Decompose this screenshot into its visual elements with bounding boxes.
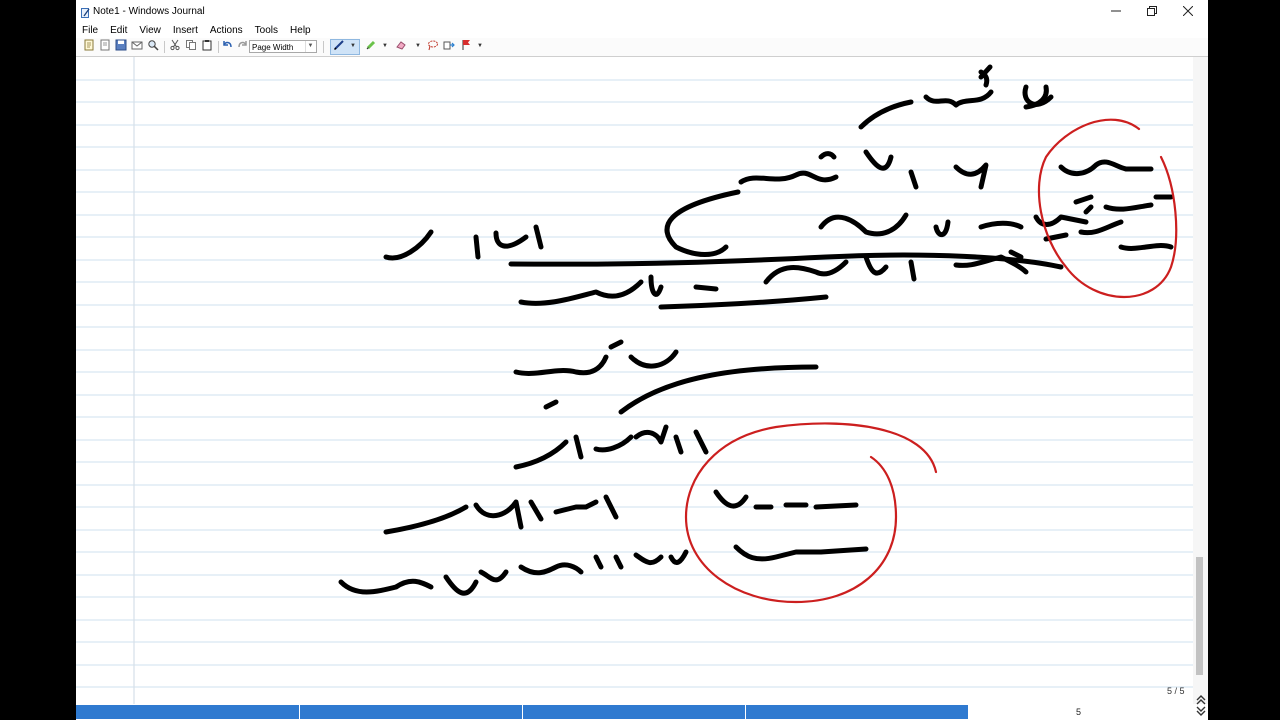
zoom-select[interactable]: Page Width ▼ [249, 40, 317, 53]
insert-space-button[interactable] [442, 40, 456, 54]
restore-icon [1147, 5, 1157, 19]
toolbar-separator [164, 41, 165, 53]
cut-button[interactable] [168, 38, 182, 56]
pen-icon [333, 38, 345, 56]
save-icon [115, 38, 127, 56]
undo-icon [221, 38, 233, 56]
close-icon [1182, 5, 1194, 19]
eraser-dropdown-icon[interactable]: ▼ [415, 43, 421, 49]
window-title: Note1 - Windows Journal [93, 6, 205, 17]
status-segment [523, 705, 745, 719]
open-icon [99, 38, 111, 56]
cut-icon [169, 38, 181, 56]
minimize-icon [1111, 5, 1121, 19]
save-button[interactable] [114, 38, 128, 56]
lasso-select-button[interactable] [426, 40, 440, 54]
highlighter-dropdown-icon[interactable]: ▼ [382, 43, 388, 49]
handwritten-ink-top [338, 64, 1174, 596]
note-page[interactable] [76, 57, 1193, 704]
redo-icon [237, 38, 249, 56]
lasso-select-icon [427, 38, 439, 56]
page-nav-arrows[interactable] [1194, 693, 1208, 719]
toolbar-separator [323, 41, 324, 53]
email-button[interactable] [130, 40, 144, 54]
pen-dropdown-icon[interactable]: ▼ [350, 43, 356, 49]
pen-tool[interactable] [332, 40, 346, 54]
new-note-icon [83, 38, 95, 56]
highlighter-button[interactable] [364, 40, 378, 54]
open-button[interactable] [98, 38, 112, 56]
status-segment [300, 705, 522, 719]
menu-file[interactable]: File [76, 25, 104, 36]
undo-button[interactable] [220, 40, 234, 54]
chevron-down-icon: ▼ [305, 41, 315, 52]
email-icon [131, 38, 143, 56]
eraser-icon [395, 38, 407, 56]
journal-app-icon [80, 6, 91, 18]
menu-bar: File Edit View Insert Actions Tools Help [76, 22, 1208, 38]
status-page-number: 5 [1076, 707, 1082, 717]
insert-space-icon [443, 38, 455, 56]
scrollbar-thumb[interactable] [1196, 557, 1203, 675]
eraser-button[interactable] [394, 40, 408, 54]
paste-icon [201, 38, 213, 56]
vertical-scrollbar[interactable] [1193, 57, 1208, 704]
title-bar: Note1 - Windows Journal [76, 0, 1208, 24]
journal-window: Note1 - Windows Journal File Edit View I… [76, 0, 1208, 720]
status-segment [76, 705, 299, 719]
paste-button[interactable] [200, 40, 214, 54]
minimize-button[interactable] [1098, 0, 1134, 24]
flag-button[interactable] [459, 40, 473, 54]
find-button[interactable] [146, 40, 160, 54]
copy-button[interactable] [184, 40, 198, 54]
toolbar-separator [218, 41, 219, 53]
page-counter: 5 / 5 [1167, 686, 1185, 696]
highlighter-icon [365, 38, 377, 56]
menu-insert[interactable]: Insert [167, 25, 204, 36]
redo-button[interactable] [236, 40, 250, 54]
menu-view[interactable]: View [133, 25, 167, 36]
menu-help[interactable]: Help [284, 25, 317, 36]
copy-icon [185, 38, 197, 56]
menu-actions[interactable]: Actions [204, 25, 249, 36]
ruled-lines [76, 79, 1193, 688]
toolbar: Page Width ▼ ▼ ▼ ▼ ▼ [76, 38, 1208, 57]
status-segment [746, 705, 968, 719]
note-canvas[interactable] [76, 57, 1193, 704]
flag-icon [460, 38, 472, 56]
status-bar: 5 [76, 704, 1193, 720]
menu-edit[interactable]: Edit [104, 25, 133, 36]
close-button[interactable] [1170, 0, 1206, 24]
menu-tools[interactable]: Tools [249, 25, 284, 36]
find-icon [147, 38, 159, 56]
zoom-value: Page Width [252, 43, 294, 52]
maximize-button[interactable] [1134, 0, 1170, 24]
new-note-button[interactable] [82, 38, 96, 56]
flag-dropdown-icon[interactable]: ▼ [477, 43, 483, 49]
